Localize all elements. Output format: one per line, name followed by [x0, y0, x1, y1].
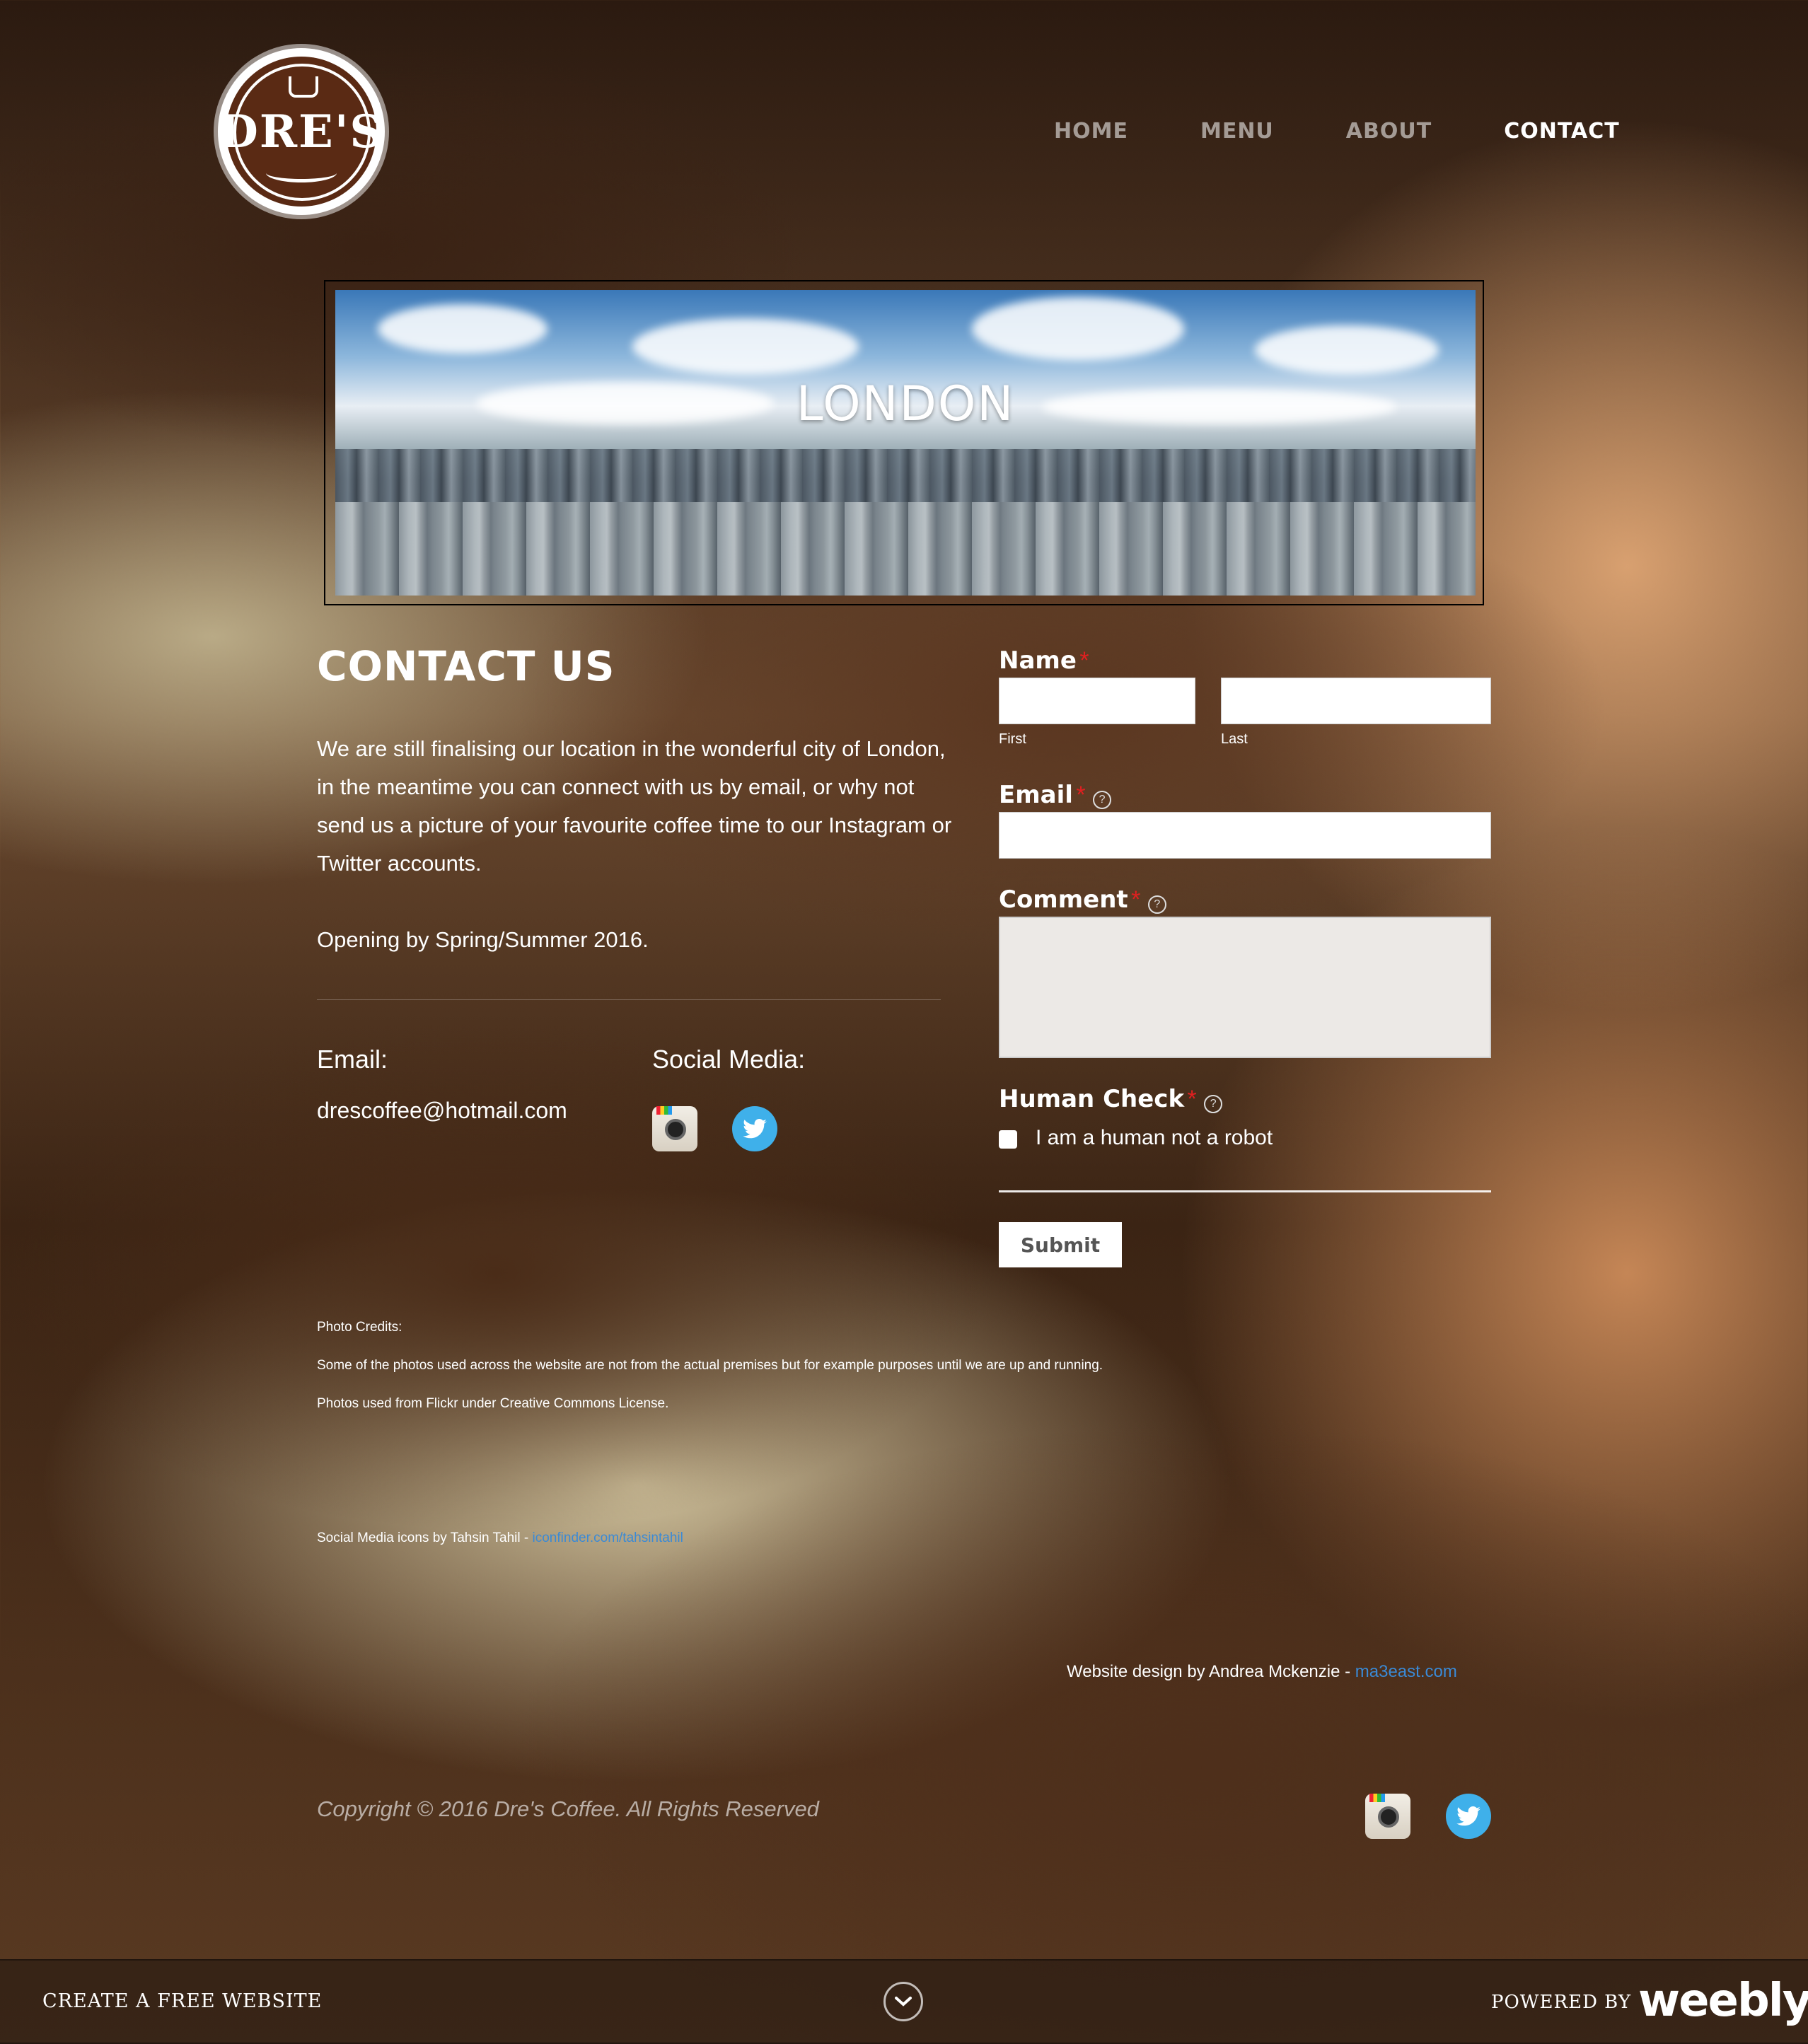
first-sublabel: First	[999, 731, 1026, 747]
form-divider	[999, 1190, 1491, 1192]
form-email-label: Email	[999, 781, 1073, 809]
iconfinder-link[interactable]: iconfinder.com/tahsintahil	[533, 1531, 683, 1545]
logo-swoosh	[266, 163, 337, 182]
name-label: Name	[999, 646, 1077, 675]
cloud	[378, 304, 547, 354]
opening-text: Opening by Spring/Summer 2016.	[317, 927, 649, 952]
main-nav: HOME MENU ABOUT CONTACT	[1054, 119, 1620, 144]
comment-label: Comment	[999, 885, 1128, 914]
nav-contact[interactable]: CONTACT	[1504, 119, 1619, 144]
required-marker: *	[1076, 782, 1086, 808]
cloud	[972, 297, 1184, 361]
create-free-website-link[interactable]: CREATE A FREE WEBSITE	[42, 1990, 322, 2012]
coffee-cup-icon	[289, 76, 318, 98]
cloud	[632, 318, 859, 375]
required-marker: *	[1131, 886, 1141, 913]
email-label-row: Email * ?	[999, 781, 1112, 809]
divider	[317, 999, 941, 1000]
nav-menu[interactable]: MENU	[1200, 119, 1274, 144]
photo-credits-line2: Photos used from Flickr under Creative C…	[317, 1396, 669, 1411]
robot-checkbox[interactable]	[999, 1130, 1017, 1149]
icons-credit-text: Social Media icons by Tahsin Tahil -	[317, 1531, 533, 1545]
london-banner: LONDON	[335, 290, 1476, 596]
designer-link[interactable]: ma3east.com	[1355, 1662, 1457, 1681]
icons-credit: Social Media icons by Tahsin Tahil - ico…	[317, 1531, 683, 1546]
robot-label: I am a human not a robot	[1036, 1126, 1273, 1149]
email-address[interactable]: drescoffee@hotmail.com	[317, 1098, 567, 1124]
weebly-logo[interactable]: weebly	[1638, 1975, 1808, 2027]
first-name-input[interactable]	[999, 678, 1195, 724]
help-icon[interactable]: ?	[1093, 790, 1112, 809]
name-label-row: Name *	[999, 646, 1089, 675]
comment-textarea[interactable]	[999, 917, 1491, 1058]
social-media-label: Social Media:	[652, 1045, 806, 1074]
comment-label-row: Comment * ?	[999, 885, 1166, 914]
instagram-lens	[665, 1119, 686, 1140]
last-name-input[interactable]	[1221, 678, 1491, 724]
human-check-label: Human Check	[999, 1085, 1185, 1113]
last-sublabel: Last	[1221, 731, 1248, 747]
banner-title: LONDON	[796, 376, 1015, 432]
photo-credits-heading: Photo Credits:	[317, 1320, 402, 1335]
nav-home[interactable]: HOME	[1054, 119, 1128, 144]
help-icon[interactable]: ?	[1147, 895, 1166, 914]
human-check-label-row: Human Check * ?	[999, 1085, 1223, 1113]
required-marker: *	[1079, 647, 1089, 674]
design-credit-text: Website design by Andrea Mckenzie -	[1067, 1662, 1355, 1681]
required-marker: *	[1187, 1086, 1197, 1113]
logo-badge: DRE'S	[219, 57, 383, 207]
instagram-icon[interactable]	[652, 1106, 697, 1151]
page-title: CONTACT US	[317, 642, 615, 690]
intro-text: We are still finalising our location in …	[317, 736, 952, 876]
cloud	[1255, 325, 1439, 375]
nav-about[interactable]: ABOUT	[1346, 119, 1432, 144]
submit-button[interactable]: Submit	[999, 1222, 1122, 1267]
powered-by-label: POWERED BY	[1491, 1992, 1631, 2013]
logo[interactable]: DRE'S	[218, 48, 385, 215]
email-label: Email:	[317, 1045, 388, 1074]
design-credit: Website design by Andrea Mckenzie - ma3e…	[1067, 1662, 1457, 1682]
city-buildings	[335, 502, 1476, 596]
logo-text: DRE'S	[219, 105, 384, 158]
photo-credits-line1: Some of the photos used across the websi…	[317, 1358, 1103, 1373]
chevron-down-icon[interactable]	[883, 1982, 923, 2021]
email-input[interactable]	[999, 812, 1491, 859]
help-icon[interactable]: ?	[1204, 1094, 1223, 1113]
instagram-stripe	[1369, 1794, 1385, 1802]
instagram-lens	[1378, 1806, 1399, 1828]
copyright: Copyright © 2016 Dre's Coffee. All Right…	[317, 1796, 819, 1821]
instagram-stripe	[656, 1106, 672, 1115]
twitter-icon[interactable]	[1446, 1794, 1491, 1839]
twitter-icon[interactable]	[732, 1106, 777, 1151]
instagram-icon[interactable]	[1365, 1794, 1410, 1839]
